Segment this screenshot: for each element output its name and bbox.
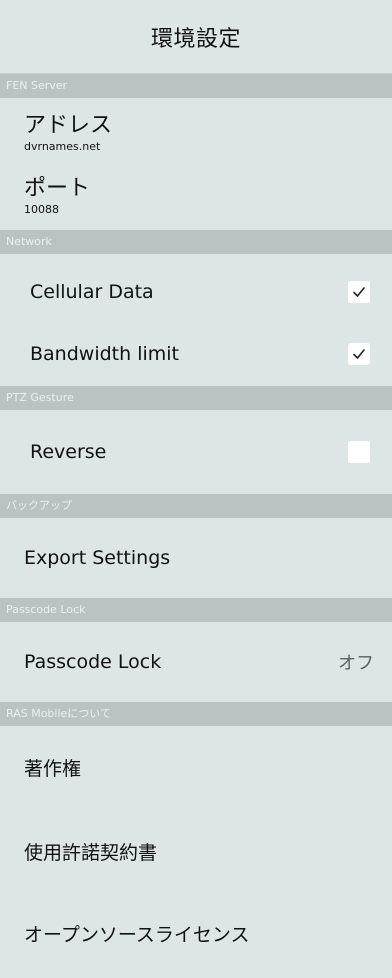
bandwidth-limit-checkbox[interactable] <box>348 343 370 365</box>
cellular-data-setting[interactable]: Cellular Data <box>0 254 392 322</box>
open-source-license-item[interactable]: オープンソースライセンス <box>0 894 392 976</box>
section-header-backup: バックアップ <box>0 494 392 518</box>
export-settings-item[interactable]: Export Settings <box>0 518 392 598</box>
reverse-checkbox[interactable] <box>348 441 370 463</box>
bandwidth-limit-label: Bandwidth limit <box>30 343 179 365</box>
settings-screen: 環境設定 FEN Server アドレス dvrnames.net ポート 10… <box>0 0 392 978</box>
open-source-license-label: オープンソースライセンス <box>24 924 250 946</box>
checkmark-icon <box>353 287 365 297</box>
address-value: dvrnames.net <box>24 140 101 153</box>
copyright-label: 著作権 <box>24 758 82 780</box>
license-agreement-item[interactable]: 使用許諾契約書 <box>0 812 392 894</box>
reverse-setting[interactable]: Reverse <box>0 410 392 494</box>
section-header-about: RAS Mobileについて <box>0 702 392 726</box>
port-label: ポート <box>24 176 91 201</box>
section-header-passcode-lock: Passcode Lock <box>0 598 392 622</box>
passcode-lock-value: オフ <box>338 653 374 674</box>
passcode-lock-label: Passcode Lock <box>24 651 162 673</box>
bandwidth-limit-setting[interactable]: Bandwidth limit <box>0 322 392 386</box>
address-label: アドレス <box>24 113 113 138</box>
cellular-data-checkbox[interactable] <box>348 281 370 303</box>
section-header-network: Network <box>0 230 392 254</box>
export-settings-label: Export Settings <box>24 547 171 569</box>
cellular-data-label: Cellular Data <box>30 281 154 303</box>
license-agreement-label: 使用許諾契約書 <box>24 842 158 864</box>
address-setting[interactable]: アドレス dvrnames.net <box>0 98 392 167</box>
checkmark-icon <box>353 349 365 359</box>
port-setting[interactable]: ポート 10088 <box>0 167 392 230</box>
reverse-label: Reverse <box>30 441 107 463</box>
section-header-fen-server: FEN Server <box>0 74 392 98</box>
app-header: 環境設定 <box>0 0 392 74</box>
port-value: 10088 <box>24 203 59 216</box>
section-header-ptz-gesture: PTZ Gesture <box>0 386 392 410</box>
passcode-lock-setting[interactable]: Passcode Lock オフ <box>0 622 392 702</box>
copyright-item[interactable]: 著作権 <box>0 726 392 812</box>
page-title: 環境設定 <box>150 26 241 52</box>
